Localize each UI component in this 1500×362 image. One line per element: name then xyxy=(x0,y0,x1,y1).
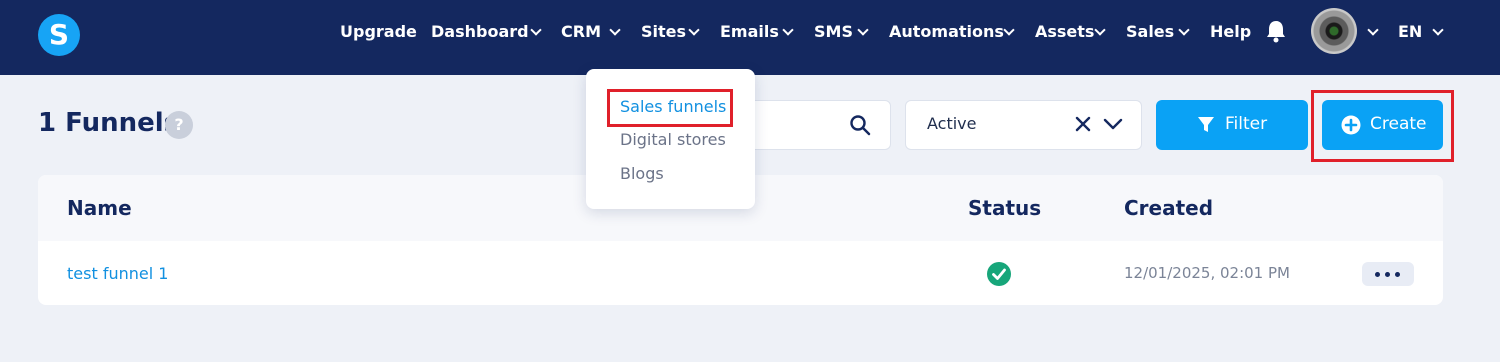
menu-item-blogs[interactable]: Blogs xyxy=(620,164,664,183)
chevron-down-icon[interactable] xyxy=(1102,115,1124,133)
funnel-name-link[interactable]: test funnel 1 xyxy=(67,264,168,283)
check-circle-icon xyxy=(987,262,1011,286)
nav-sms[interactable]: SMS xyxy=(814,21,853,43)
user-avatar[interactable] xyxy=(1311,8,1357,54)
nav-assets[interactable]: Assets xyxy=(1035,21,1094,43)
search-icon[interactable] xyxy=(849,114,871,136)
filter-button-label: Filter xyxy=(1225,114,1268,134)
more-dots-icon xyxy=(1375,272,1380,277)
checkmark-icon xyxy=(992,268,1006,280)
status-select-value: Active xyxy=(927,114,977,133)
menu-item-sales-funnels[interactable]: Sales funnels xyxy=(620,97,726,116)
nav-sales[interactable]: Sales xyxy=(1126,21,1174,43)
filter-button[interactable]: Filter xyxy=(1156,100,1308,150)
filter-icon xyxy=(1198,117,1214,132)
clear-icon[interactable] xyxy=(1074,115,1092,133)
row-actions-button[interactable] xyxy=(1362,262,1414,286)
nav-emails[interactable]: Emails xyxy=(720,21,779,43)
nav-dashboard[interactable]: Dashboard xyxy=(431,21,529,43)
nav-help[interactable]: Help xyxy=(1210,21,1251,43)
column-header-name[interactable]: Name xyxy=(67,196,132,220)
help-icon[interactable]: ? xyxy=(165,111,193,139)
nav-upgrade[interactable]: Upgrade xyxy=(340,21,417,43)
plus-circle-icon xyxy=(1341,115,1361,135)
nav-automations[interactable]: Automations xyxy=(889,21,1004,43)
column-header-created[interactable]: Created xyxy=(1124,196,1213,220)
create-button[interactable]: Create xyxy=(1322,100,1443,150)
nav-sites[interactable]: Sites xyxy=(641,21,686,43)
more-dots-icon xyxy=(1385,272,1390,277)
create-button-label: Create xyxy=(1370,114,1427,134)
language-selector[interactable]: EN xyxy=(1398,21,1422,43)
column-header-status[interactable]: Status xyxy=(968,196,1041,220)
page-title: 1 Funnels xyxy=(38,108,180,138)
more-dots-icon xyxy=(1395,272,1400,277)
nav-crm[interactable]: CRM xyxy=(561,21,601,43)
menu-item-digital-stores[interactable]: Digital stores xyxy=(620,130,726,149)
bell-icon[interactable] xyxy=(1265,19,1287,43)
app-logo[interactable]: S xyxy=(38,14,80,56)
created-date: 12/01/2025, 02:01 PM xyxy=(1124,264,1290,282)
